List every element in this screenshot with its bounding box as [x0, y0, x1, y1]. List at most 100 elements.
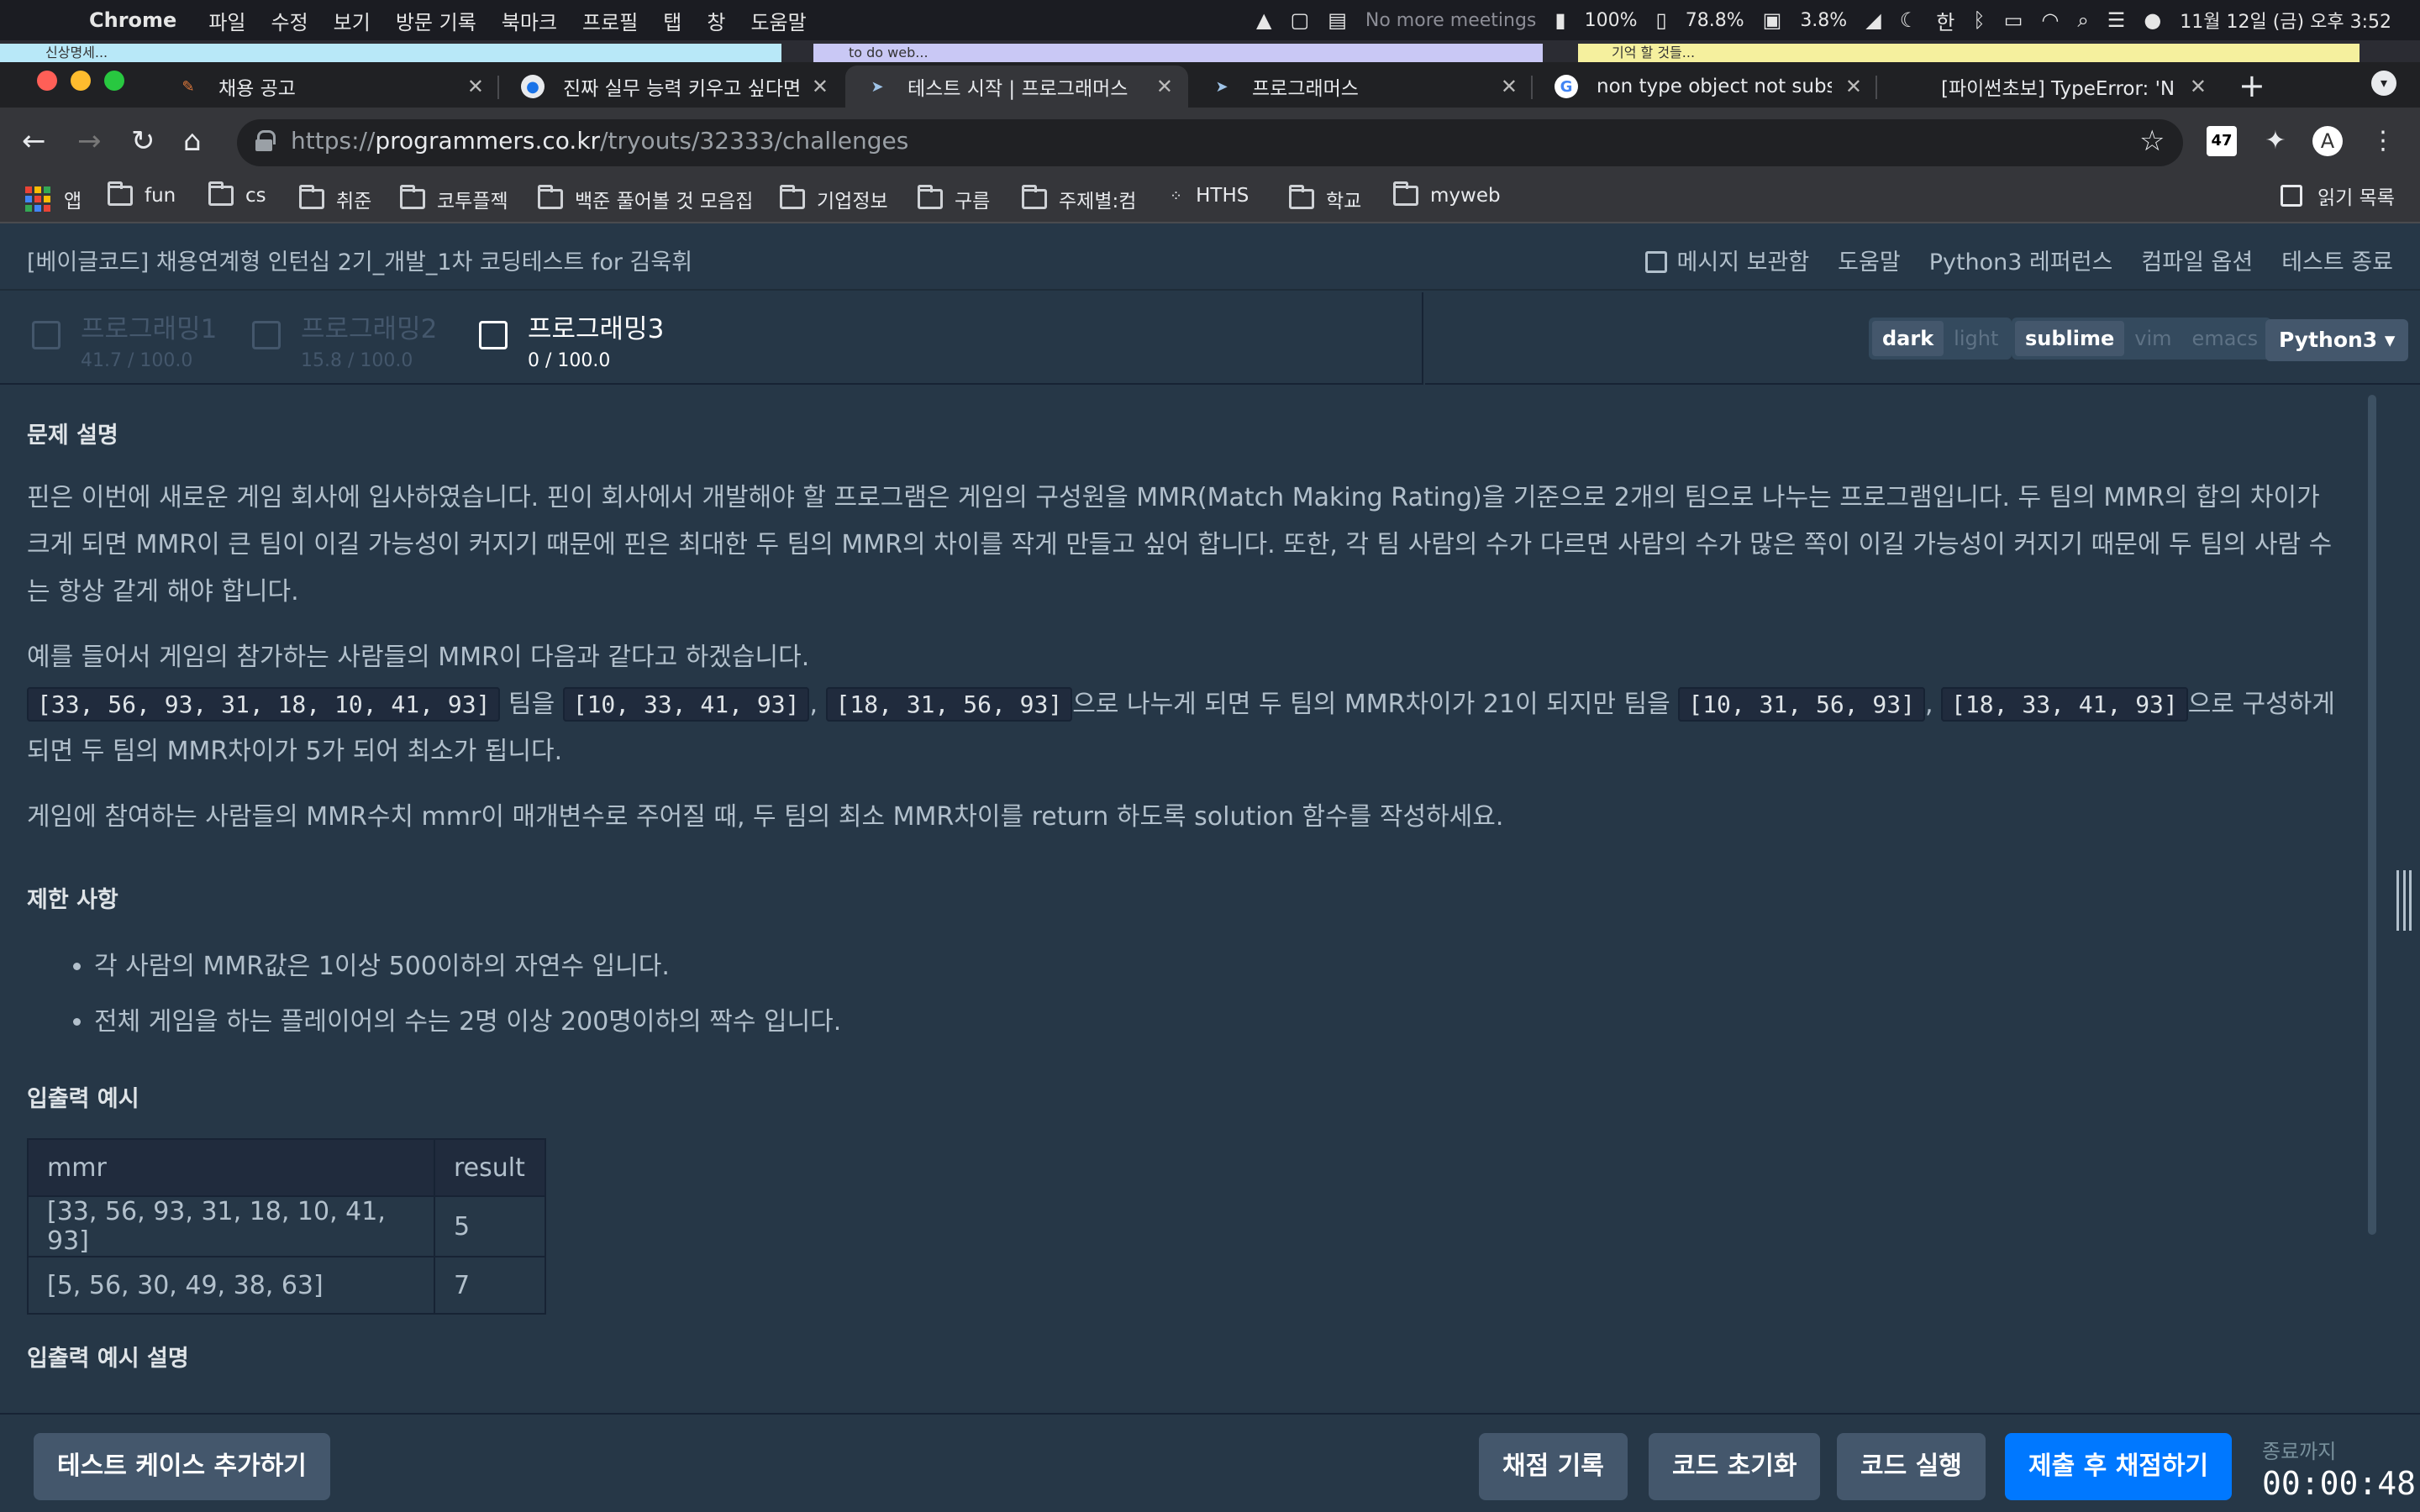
back-arrow-icon[interactable]: ←: [22, 124, 46, 158]
menubar-item-history[interactable]: 방문 기록: [396, 6, 476, 35]
code-inline: [33, 56, 93, 31, 18, 10, 41, 93]: [27, 687, 501, 722]
bookmark-folder[interactable]: cs: [208, 181, 266, 207]
home-icon[interactable]: ⌂: [183, 124, 202, 158]
timer-label: 종료까지: [2262, 1440, 2337, 1463]
close-tab-icon[interactable]: ✕: [1501, 75, 1518, 98]
keymap-sublime-option[interactable]: sublime: [2015, 321, 2125, 356]
keymap-emacs-option[interactable]: emacs: [2182, 321, 2269, 356]
end-test-link[interactable]: 테스트 종료: [2281, 244, 2393, 276]
new-tab-button[interactable]: +: [2238, 67, 2265, 104]
folder-icon: [1393, 181, 1418, 206]
browser-tab[interactable]: ➤ 프로그래머스 ✕: [1190, 66, 1533, 108]
sticky-note[interactable]: 기억 할 것들...: [1578, 44, 2360, 62]
extension-badge-icon[interactable]: 47: [2207, 126, 2237, 156]
zoom-window-button[interactable]: [104, 71, 124, 91]
bookmark-folder[interactable]: 코투플젝: [400, 185, 508, 213]
menubar-item-file[interactable]: 파일: [208, 6, 245, 35]
reset-code-button[interactable]: 코드 초기화: [1649, 1433, 1821, 1500]
menubar-item-bookmarks[interactable]: 북마크: [502, 6, 557, 35]
bluetooth-icon[interactable]: ᛒ: [1973, 8, 1985, 32]
menubar-item-window[interactable]: 창: [707, 6, 725, 35]
forward-arrow-icon[interactable]: →: [77, 124, 102, 158]
meeting-status[interactable]: No more meetings: [1365, 10, 1537, 31]
minimize-window-button[interactable]: [71, 71, 91, 91]
control-center-icon[interactable]: ☰: [2107, 8, 2126, 32]
example-text: 으로 나누게 되면 두 팀의 MMR차이가 21이 되지만 팀을: [1072, 690, 1679, 719]
browser-tab-active[interactable]: ➤ 테스트 시작 | 프로그래머스 ✕: [845, 66, 1188, 108]
cpu-percent[interactable]: 3.8%: [1800, 10, 1847, 31]
message-box-link[interactable]: 메시지 보관함: [1644, 244, 1810, 276]
bookmark-star-icon[interactable]: ☆: [2139, 124, 2165, 158]
browser-tab[interactable]: [파이썬초보] TypeError: 'N ✕: [1879, 66, 2222, 108]
question-tab-3[interactable]: 프로그래밍3 0 / 100.0: [479, 307, 664, 371]
tab-search-chevron-icon[interactable]: ▾: [2371, 71, 2396, 96]
menubar-item-view[interactable]: 보기: [334, 6, 371, 35]
more-vertical-icon[interactable]: ⋮: [2368, 126, 2398, 156]
moon-icon[interactable]: ☾: [1900, 8, 1918, 32]
menubar-datetime[interactable]: 11월 12일 (금) 오후 3:52: [2180, 7, 2391, 34]
url-scheme: https://: [291, 127, 376, 155]
close-tab-icon[interactable]: ✕: [1156, 75, 1173, 98]
close-tab-icon[interactable]: ✕: [812, 75, 829, 98]
close-tab-icon[interactable]: ✕: [467, 75, 484, 98]
sticky-note[interactable]: 신상명세...: [0, 44, 781, 62]
menubar-item-edit[interactable]: 수정: [271, 6, 308, 35]
bookmark-folder[interactable]: myweb: [1393, 181, 1501, 207]
keymap-vim-option[interactable]: vim: [2124, 321, 2181, 356]
close-tab-icon[interactable]: ✕: [2190, 75, 2207, 98]
panel-resize-handle-icon[interactable]: [2396, 870, 2412, 931]
question-tab-2[interactable]: 프로그래밍2 15.8 / 100.0: [252, 307, 437, 371]
run-code-button[interactable]: 코드 실행: [1837, 1433, 1986, 1500]
reload-icon[interactable]: ↻: [131, 124, 155, 158]
input-language[interactable]: 한: [1936, 6, 1954, 35]
bookmark-folder[interactable]: fun: [108, 181, 176, 207]
sticky-note[interactable]: to do web...: [813, 44, 1543, 62]
browser-tab[interactable]: G non type object not subs ✕: [1534, 66, 1877, 108]
question-tab-1[interactable]: 프로그래밍1 41.7 / 100.0: [32, 307, 217, 371]
submit-button[interactable]: 제출 후 채점하기: [2005, 1433, 2233, 1500]
calendar-icon[interactable]: ▤: [1328, 8, 1347, 32]
python-reference-link[interactable]: Python3 레퍼런스: [1929, 244, 2113, 276]
close-window-button[interactable]: [37, 71, 57, 91]
wifi-icon[interactable]: ◠: [2041, 8, 2059, 32]
browser-tab[interactable]: ✎ 채용 공고 ✕: [156, 66, 499, 108]
extensions-puzzle-icon[interactable]: ✦: [2260, 126, 2291, 156]
drive-icon[interactable]: ▲: [1256, 8, 1271, 32]
bookmark-folder[interactable]: 백준 풀어볼 것 모음집: [538, 185, 753, 213]
battery-icon[interactable]: ▭: [2004, 8, 2023, 32]
bookmark-label: 기업정보: [817, 191, 888, 213]
browser-tab[interactable]: ● 진짜 실무 능력 키우고 싶다면 ✕: [501, 66, 844, 108]
lock-icon[interactable]: [255, 130, 276, 151]
graph-icon[interactable]: ◢: [1865, 8, 1881, 32]
battery-percent[interactable]: 100%: [1585, 10, 1638, 31]
help-link[interactable]: 도움말: [1838, 244, 1901, 276]
bookmark-folder[interactable]: 학교: [1289, 185, 1361, 213]
siri-icon[interactable]: ●: [2144, 8, 2161, 32]
message-box-label: 메시지 보관함: [1676, 249, 1810, 276]
content-scrollbar[interactable]: [2368, 395, 2376, 1235]
bookmark-folder[interactable]: 구름: [918, 185, 990, 213]
reading-list-button[interactable]: 읽기 목록: [2281, 181, 2395, 210]
add-test-case-button[interactable]: 테스트 케이스 추가하기: [34, 1433, 330, 1500]
bookmark-hths[interactable]: ⁘ HTHS: [1170, 185, 1249, 207]
compile-options-link[interactable]: 컴파일 옵션: [2141, 244, 2253, 276]
memory-percent[interactable]: 78.8%: [1686, 10, 1744, 31]
menubar-app-name[interactable]: Chrome: [89, 8, 176, 32]
bookmark-folder[interactable]: 주제별:컴: [1022, 185, 1136, 213]
spotlight-search-icon[interactable]: ⌕: [2077, 8, 2088, 32]
window-icon[interactable]: ▢: [1291, 8, 1310, 32]
bookmark-folder[interactable]: 취준: [299, 185, 371, 213]
close-tab-icon[interactable]: ✕: [1845, 75, 1862, 98]
menubar-item-help[interactable]: 도움말: [750, 6, 806, 35]
profile-avatar-icon[interactable]: A: [2312, 126, 2343, 156]
bookmark-apps[interactable]: 앱: [25, 185, 82, 213]
io-example-table: mmr result [33, 56, 93, 31, 18, 10, 41, …: [27, 1138, 546, 1315]
menubar-item-tab[interactable]: 탭: [663, 6, 681, 35]
address-url[interactable]: https://programmers.co.kr/tryouts/32333/…: [291, 127, 908, 155]
bookmark-folder[interactable]: 기업정보: [780, 185, 888, 213]
grading-history-button[interactable]: 채점 기록: [1479, 1433, 1628, 1500]
menubar-item-profiles[interactable]: 프로필: [582, 6, 638, 35]
theme-dark-option[interactable]: dark: [1872, 321, 1944, 356]
theme-light-option[interactable]: light: [1944, 321, 2008, 356]
language-select[interactable]: Python3 ▾: [2265, 319, 2409, 361]
